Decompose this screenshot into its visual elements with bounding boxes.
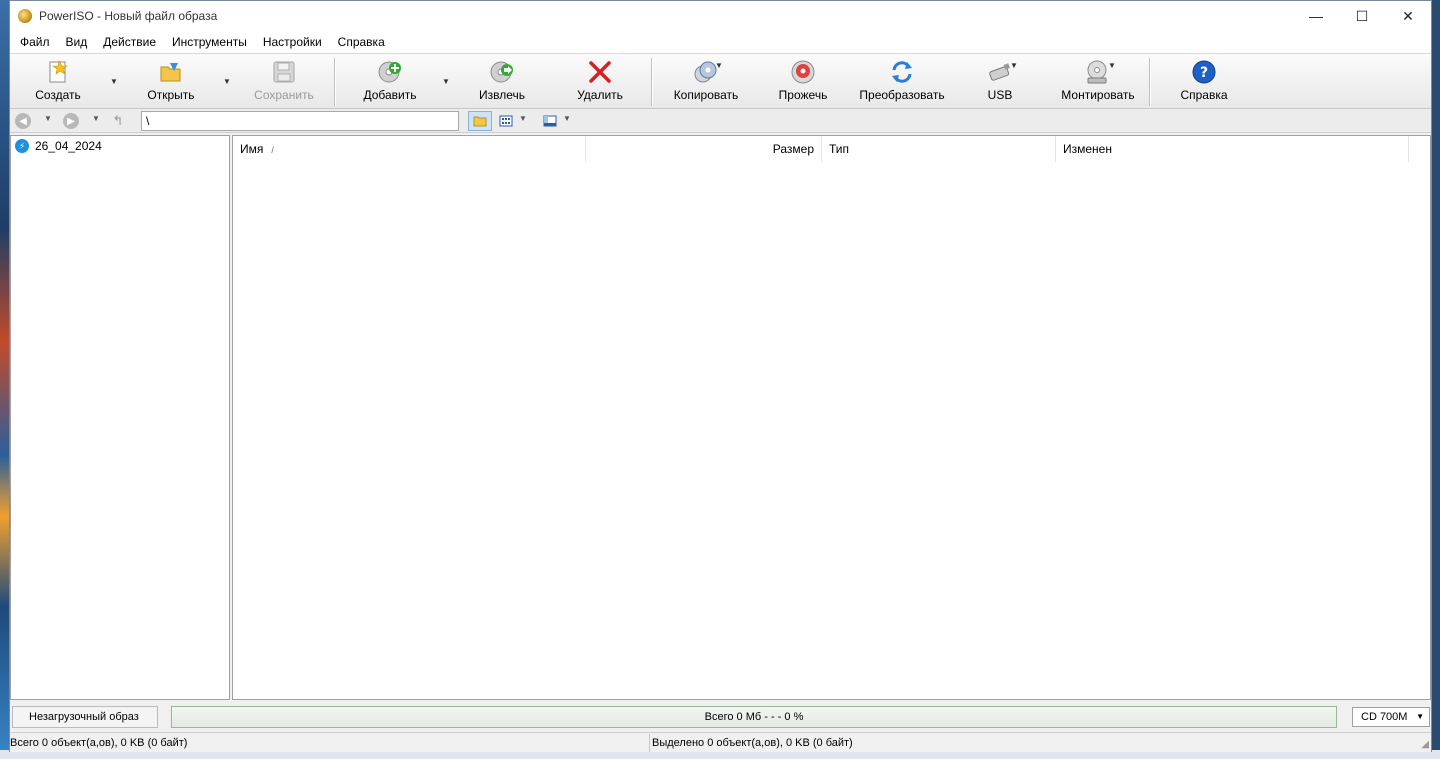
- layout-dropdown-icon[interactable]: ▼: [563, 114, 571, 123]
- back-icon[interactable]: ◀: [15, 113, 31, 129]
- main-toolbar: Создать ▼ Открыть ▼ Сохранить Добавить ▼: [10, 53, 1431, 109]
- selected-objects-text: Выделено 0 объект(а,ов), 0 KB (0 байт): [652, 737, 853, 749]
- resize-grip-icon[interactable]: ◢: [1421, 739, 1429, 750]
- svg-text:?: ?: [1200, 65, 1208, 81]
- menu-tools[interactable]: Инструменты: [164, 31, 255, 53]
- tree-item-root[interactable]: ⚡ 26_04_2024: [11, 137, 229, 155]
- add-label: Добавить: [363, 88, 417, 102]
- up-folder-icon[interactable]: ↰: [110, 113, 126, 129]
- extract-button[interactable]: Извлечь: [474, 56, 530, 108]
- menu-help[interactable]: Справка: [330, 31, 393, 53]
- layout-icon[interactable]: [540, 111, 560, 131]
- toolbar-separator: [334, 58, 335, 106]
- maximize-button[interactable]: ☐: [1339, 1, 1385, 31]
- convert-label: Преобразовать: [859, 88, 945, 102]
- open-dropdown-icon[interactable]: ▼: [222, 76, 232, 86]
- add-button[interactable]: Добавить: [360, 56, 420, 108]
- help-question-icon: ?: [1191, 59, 1217, 85]
- new-file-icon: [45, 59, 71, 85]
- minimize-button[interactable]: —: [1293, 1, 1339, 31]
- file-list-pane: Имя / Размер Тип Изменен: [232, 135, 1431, 700]
- delete-x-icon: [587, 59, 613, 85]
- poweriso-app-icon: [18, 9, 32, 23]
- path-input[interactable]: \: [141, 111, 459, 131]
- copy-dropdown-icon[interactable]: ▼: [714, 60, 724, 70]
- forward-icon[interactable]: ▶: [63, 113, 79, 129]
- list-header: Имя / Размер Тип Изменен: [233, 136, 1430, 162]
- view-mode-dropdown-icon[interactable]: ▼: [519, 114, 527, 123]
- create-dropdown-icon[interactable]: ▼: [109, 76, 119, 86]
- total-objects-text: Всего 0 объект(а,ов), 0 KB (0 байт): [10, 734, 650, 752]
- add-disc-icon: [377, 59, 403, 85]
- mount-dropdown-icon[interactable]: ▼: [1107, 60, 1117, 70]
- toolbar-separator: [1149, 58, 1150, 106]
- folder-view-icon[interactable]: [468, 111, 492, 131]
- column-modified[interactable]: Изменен: [1056, 136, 1409, 162]
- column-name-label: Имя: [240, 142, 264, 156]
- window-controls: — ☐ ✕: [1293, 1, 1431, 31]
- column-name[interactable]: Имя /: [233, 136, 586, 162]
- open-button[interactable]: Открыть: [143, 56, 199, 108]
- usb-dropdown-icon[interactable]: ▼: [1009, 60, 1019, 70]
- help-label: Справка: [1180, 88, 1228, 102]
- navigation-bar: ◀ ▼ ▶ ▼ ↰ \ ▼ ▼: [10, 109, 1431, 133]
- menu-settings[interactable]: Настройки: [255, 31, 330, 53]
- copy-button[interactable]: Копировать: [670, 56, 742, 108]
- view-mode-icon[interactable]: [496, 111, 516, 131]
- media-size-value: CD 700M: [1361, 711, 1408, 723]
- tree-item-label: 26_04_2024: [35, 139, 102, 153]
- chevron-down-icon: ▼: [1416, 712, 1424, 721]
- extract-label: Извлечь: [478, 88, 525, 102]
- save-button[interactable]: Сохранить: [251, 56, 317, 108]
- menu-action[interactable]: Действие: [95, 31, 164, 53]
- capacity-progress-bar: Всего 0 Мб - - - 0 %: [171, 706, 1337, 728]
- close-button[interactable]: ✕: [1385, 1, 1431, 31]
- menu-file[interactable]: Файл: [12, 31, 58, 53]
- desktop-background: [0, 0, 9, 759]
- toolbar-separator: [651, 58, 652, 106]
- open-folder-icon: [158, 59, 184, 85]
- create-label: Создать: [35, 88, 81, 102]
- burn-disc-icon: [790, 59, 816, 85]
- delete-label: Удалить: [577, 88, 623, 102]
- back-dropdown-icon[interactable]: ▼: [44, 114, 52, 123]
- usb-label: USB: [987, 88, 1013, 102]
- object-status-bar: Всего 0 объект(а,ов), 0 KB (0 байт) Выде…: [10, 732, 1431, 752]
- column-type[interactable]: Тип: [822, 136, 1056, 162]
- extract-disc-icon: [489, 59, 515, 85]
- save-label: Сохранить: [254, 88, 314, 102]
- mount-button[interactable]: Монтировать: [1059, 56, 1137, 108]
- column-size[interactable]: Размер: [586, 136, 822, 162]
- media-size-select[interactable]: CD 700M ▼: [1352, 707, 1430, 727]
- mount-label: Монтировать: [1061, 88, 1135, 102]
- folder-tree-pane: ⚡ 26_04_2024: [10, 135, 230, 700]
- copy-label: Копировать: [673, 88, 739, 102]
- add-dropdown-icon[interactable]: ▼: [441, 76, 451, 86]
- boot-type-label[interactable]: Незагрузочный образ: [12, 706, 158, 728]
- delete-button[interactable]: Удалить: [570, 56, 630, 108]
- save-disk-icon: [271, 59, 297, 85]
- convert-arrows-icon: [889, 59, 915, 85]
- title-bar: PowerISO - Новый файл образа — ☐ ✕: [10, 1, 1431, 31]
- app-window: PowerISO - Новый файл образа — ☐ ✕ Файл …: [9, 0, 1432, 752]
- burn-label: Прожечь: [778, 88, 828, 102]
- convert-button[interactable]: Преобразовать: [856, 56, 948, 108]
- window-title: PowerISO - Новый файл образа: [39, 9, 218, 23]
- help-button[interactable]: ? Справка: [1174, 56, 1234, 108]
- burn-button[interactable]: Прожечь: [773, 56, 833, 108]
- menu-view[interactable]: Вид: [58, 31, 96, 53]
- image-status-bar: Незагрузочный образ Всего 0 Мб - - - 0 %…: [10, 703, 1431, 731]
- forward-dropdown-icon[interactable]: ▼: [92, 114, 100, 123]
- create-button[interactable]: Создать: [32, 56, 84, 108]
- menu-bar: Файл Вид Действие Инструменты Настройки …: [10, 31, 1431, 53]
- open-label: Открыть: [147, 88, 195, 102]
- disc-image-icon: ⚡: [15, 139, 29, 153]
- sort-indicator-icon: /: [271, 145, 274, 155]
